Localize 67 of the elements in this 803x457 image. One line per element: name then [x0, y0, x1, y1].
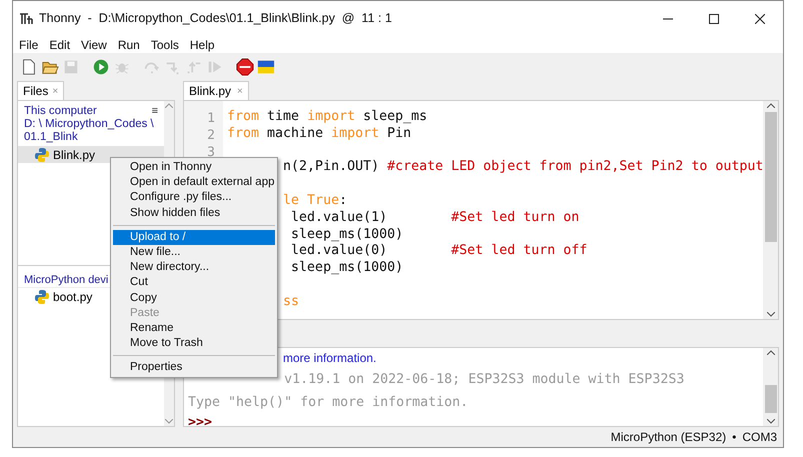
menu-option[interactable]: Upload to /: [113, 230, 275, 245]
python-file-icon: [34, 288, 50, 305]
shell-output: Type "help()" for more information.: [188, 395, 468, 410]
menu-option[interactable]: Show hidden files: [113, 206, 275, 221]
shell-prompt: >>>: [188, 415, 212, 430]
port-status: COM3: [742, 429, 777, 446]
menu-item[interactable]: Edit: [49, 36, 70, 54]
files-tab[interactable]: Files ×: [17, 81, 64, 100]
code-comment: #Set led turn off: [451, 243, 588, 258]
app-logo-icon: [19, 12, 33, 26]
code-keyword: import: [307, 109, 356, 124]
code-text: sleep_ms: [362, 109, 428, 124]
code-comment: #create LED object from pin2,Set Pin2 to output: [387, 159, 764, 174]
menu-item[interactable]: File: [19, 36, 38, 54]
code-text: led.value(0): [290, 243, 388, 258]
line-number: 3: [207, 144, 215, 160]
menu-option[interactable]: Rename: [113, 320, 275, 336]
editor-tab[interactable]: Blink.py ×: [183, 81, 249, 100]
code-text: n(2,Pin.OUT): [282, 159, 380, 174]
scrollbar[interactable]: [763, 101, 778, 319]
code-text: time: [266, 109, 300, 124]
tab-label: Files: [23, 83, 48, 100]
line-number: 2: [207, 128, 215, 143]
code-text: Pin: [386, 126, 412, 141]
menu-option[interactable]: Configure .py files...: [113, 190, 275, 206]
scroll-up-icon[interactable]: [766, 350, 774, 355]
shell-info: more information.: [283, 351, 376, 365]
status-separator: •: [732, 429, 736, 446]
code-comment: #Set led turn on: [451, 210, 580, 225]
menu-item[interactable]: Help: [190, 36, 215, 54]
stop-icon[interactable]: [235, 57, 255, 77]
window-title: Thonny - D:\Micropython_Codes\01.1_Blink\Blink.py @ 11 : 1: [39, 10, 392, 28]
menu-option[interactable]: New file...: [113, 244, 275, 260]
panel-menu-icon[interactable]: ≡: [152, 105, 158, 118]
code-text: :: [339, 192, 348, 208]
menu-item[interactable]: Run: [118, 36, 140, 54]
scroll-thumb[interactable]: [764, 385, 776, 413]
code-text: machine: [266, 126, 324, 141]
line-number: 1: [207, 111, 215, 126]
python-file-icon: [34, 146, 50, 162]
menu-option[interactable]: Properties: [113, 360, 275, 376]
close-icon: [755, 14, 765, 24]
code-keyword: from: [227, 109, 260, 124]
code-text: sleep_ms(1000): [290, 260, 404, 276]
location-title: This computer: [24, 105, 97, 118]
tab-label: Blink.py: [189, 83, 232, 100]
shell-output: v1.19.1 on 2022-06-18; ESP32S3 module with ESP32S3: [283, 372, 684, 387]
run-icon[interactable]: [91, 57, 111, 77]
code-keyword: import: [331, 126, 380, 141]
scrollbar[interactable]: [763, 348, 778, 426]
code-text: sleep_ms(1000): [290, 226, 404, 242]
menu-option[interactable]: Copy: [113, 290, 275, 306]
interpreter-status[interactable]: MicroPython (ESP32): [610, 428, 726, 446]
menu-item[interactable]: Tools: [150, 36, 179, 54]
menu-option[interactable]: Move to Trash: [113, 336, 275, 352]
code-keyword: from: [227, 126, 260, 141]
code-text: led.value(1): [290, 210, 388, 225]
maximize-icon: [709, 14, 719, 24]
code-keyword: ss: [282, 294, 300, 309]
menu-option[interactable]: Open in default external app: [113, 175, 275, 190]
menu-item[interactable]: View: [81, 36, 107, 54]
scroll-down-icon[interactable]: [766, 419, 774, 424]
scroll-thumb[interactable]: [764, 112, 777, 242]
location-path: D: \ Micropython_Codes \ 01.1_Blink: [24, 118, 155, 144]
menu-option[interactable]: Open in Thonny: [113, 160, 275, 176]
scroll-down-icon[interactable]: [766, 312, 775, 317]
scroll-up-icon[interactable]: [766, 103, 775, 108]
